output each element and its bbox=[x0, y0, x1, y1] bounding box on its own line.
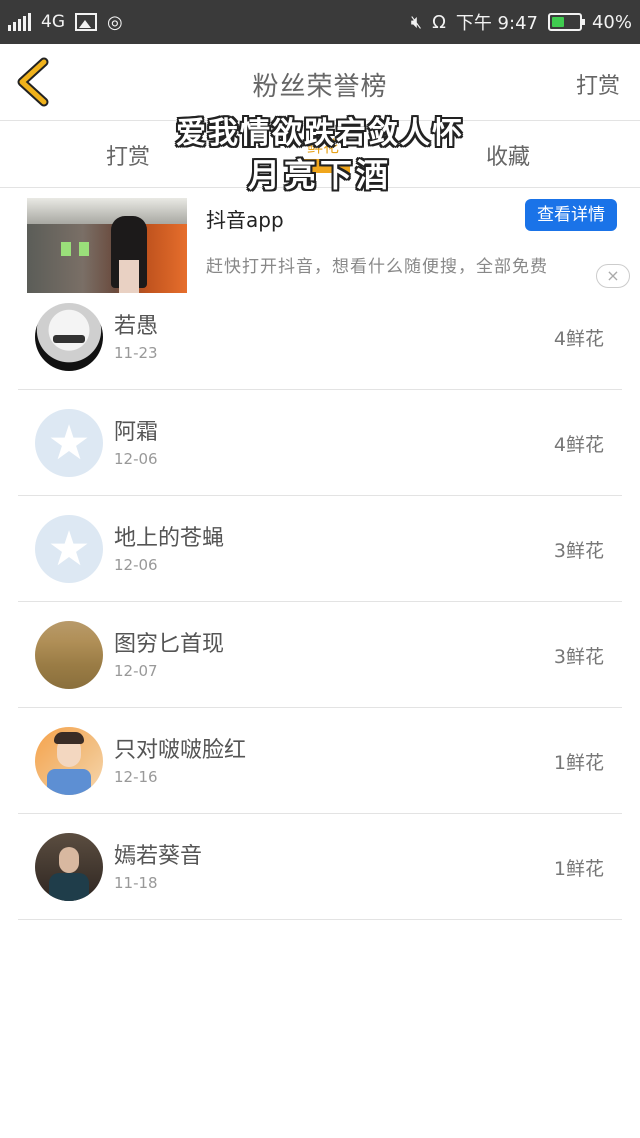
list-item[interactable]: ★ 地上的苍蝇 12-06 3鲜花 bbox=[18, 496, 622, 602]
view-details-button[interactable]: 查看详情 bbox=[525, 199, 617, 231]
flower-count: 3鲜花 bbox=[553, 646, 604, 668]
network-label: 4G bbox=[41, 11, 65, 32]
flower-count: 4鲜花 bbox=[553, 328, 604, 350]
battery-icon bbox=[547, 13, 585, 31]
ad-banner[interactable]: 抖音app 查看详情 赶快打开抖音，想看什么随便搜，全部免费 bbox=[0, 188, 640, 296]
avatar bbox=[35, 303, 103, 371]
flower-count: 1鲜花 bbox=[553, 752, 604, 774]
image-icon bbox=[75, 13, 97, 31]
fan-name: 嫣若葵音 bbox=[114, 844, 203, 869]
flower-count: 3鲜花 bbox=[553, 540, 604, 562]
fan-list: 若愚 11-23 4鲜花 ★ 阿霜 12-06 4鲜花 ★ 地上的苍蝇 12-0… bbox=[18, 284, 622, 920]
mute-icon: 🔇︎ bbox=[410, 11, 423, 33]
fan-date: 11-23 bbox=[114, 344, 158, 362]
tab-active-indicator bbox=[296, 159, 350, 173]
wechat-icon: ◎ bbox=[107, 11, 123, 33]
avatar bbox=[35, 833, 103, 901]
tab-flowers-label: 鲜花 bbox=[306, 137, 339, 156]
ad-title: 抖音app bbox=[206, 208, 284, 232]
flower-count: 1鲜花 bbox=[553, 858, 604, 880]
signal-icon bbox=[8, 13, 31, 31]
qq-star-icon: ★ bbox=[47, 521, 91, 577]
list-item[interactable]: ★ 阿霜 12-06 4鲜花 bbox=[18, 390, 622, 496]
clock: 下午 9:47 bbox=[455, 13, 538, 34]
fan-date: 12-06 bbox=[114, 556, 158, 574]
fan-date: 12-16 bbox=[114, 768, 158, 786]
fan-date: 12-07 bbox=[114, 662, 158, 680]
avatar bbox=[35, 621, 103, 689]
battery-percent: 40% bbox=[591, 11, 632, 33]
fan-name: 图穷匕首现 bbox=[114, 632, 225, 657]
fan-name: 若愚 bbox=[114, 314, 159, 339]
tab-bar: 打赏 鲜花 收藏 bbox=[0, 121, 640, 188]
list-item[interactable]: 若愚 11-23 4鲜花 bbox=[18, 284, 622, 390]
list-item[interactable]: 图穷匕首现 12-07 3鲜花 bbox=[18, 602, 622, 708]
fan-name: 阿霜 bbox=[114, 420, 159, 445]
qq-star-icon: ★ bbox=[47, 415, 91, 471]
avatar: ★ bbox=[35, 409, 103, 477]
list-item[interactable]: 只对啵啵脸红 12-16 1鲜花 bbox=[18, 708, 622, 814]
fan-name: 地上的苍蝇 bbox=[114, 526, 225, 551]
list-item[interactable]: 嫣若葵音 11-18 1鲜花 bbox=[18, 814, 622, 920]
reward-header-button[interactable]: 打赏 bbox=[576, 68, 620, 100]
tab-reward[interactable]: 打赏 bbox=[106, 139, 150, 171]
header: 粉丝荣誉榜 打赏 bbox=[0, 44, 640, 121]
ad-thumbnail bbox=[27, 198, 187, 293]
headset-icon: Ω bbox=[432, 11, 446, 33]
fan-date: 12-06 bbox=[114, 450, 158, 468]
status-bar: 4G ◎ 🔇︎ Ω 下午 9:47 40% bbox=[0, 0, 640, 44]
tab-favorites[interactable]: 收藏 bbox=[486, 139, 530, 171]
fan-name: 只对啵啵脸红 bbox=[114, 738, 247, 763]
ad-close-button[interactable]: × bbox=[596, 264, 630, 288]
flower-count: 4鲜花 bbox=[553, 434, 604, 456]
page-title: 粉丝荣誉榜 bbox=[252, 72, 388, 102]
avatar bbox=[35, 727, 103, 795]
ad-description: 赶快打开抖音，想看什么随便搜，全部免费 bbox=[206, 257, 548, 277]
tab-flowers[interactable]: 鲜花 bbox=[296, 133, 350, 173]
fan-date: 11-18 bbox=[114, 874, 158, 892]
avatar: ★ bbox=[35, 515, 103, 583]
